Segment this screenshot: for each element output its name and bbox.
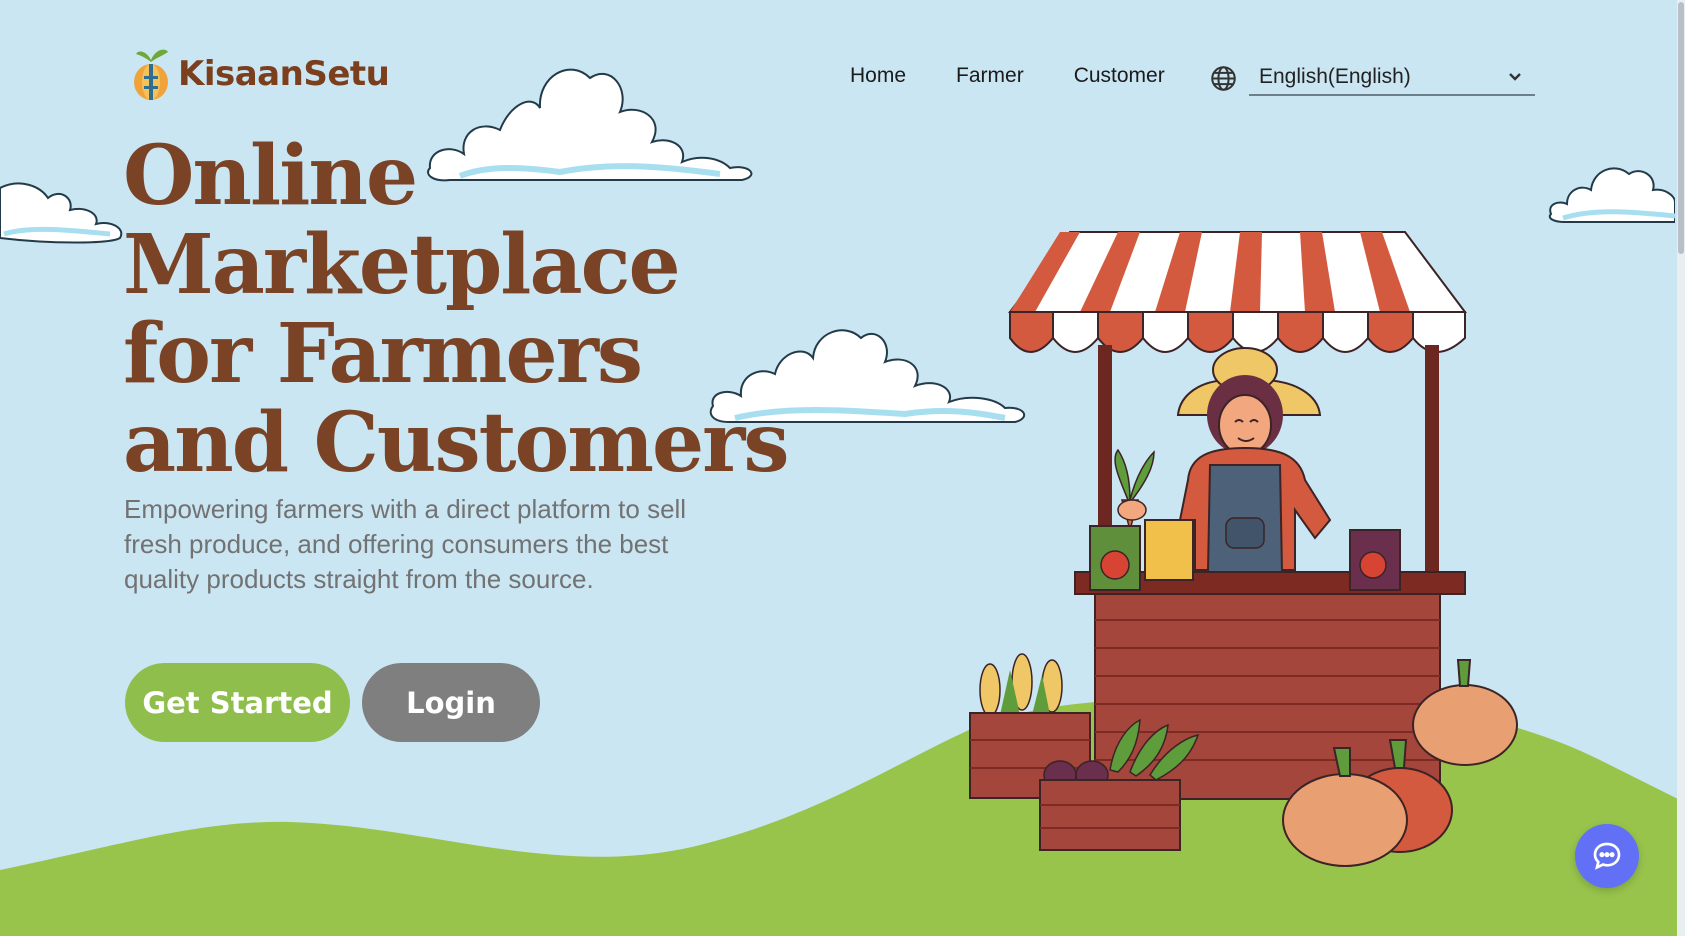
globe-icon bbox=[1211, 65, 1236, 91]
page-scrollbar[interactable] bbox=[1677, 0, 1685, 936]
cloud-decoration bbox=[1548, 167, 1675, 223]
hero-title-line: and Customers bbox=[123, 395, 790, 491]
chat-bubble-icon bbox=[1593, 842, 1621, 870]
sprout-logo-icon bbox=[134, 49, 168, 100]
chevron-down-icon bbox=[1509, 73, 1521, 81]
language-select[interactable]: English(English) bbox=[1249, 60, 1535, 96]
cloud-decoration bbox=[0, 182, 123, 244]
brand-logo[interactable]: KisaanSetu bbox=[130, 46, 390, 102]
brand-name: KisaanSetu bbox=[178, 54, 390, 94]
main-nav: Home Farmer Customer bbox=[850, 64, 1165, 88]
login-button[interactable]: Login bbox=[362, 663, 540, 742]
language-switcher: English(English) bbox=[1210, 60, 1535, 96]
nav-farmer[interactable]: Farmer bbox=[956, 64, 1024, 88]
hero-title: Online Marketplace for Farmers and Custo… bbox=[123, 132, 803, 488]
hero-title-line: Marketplace bbox=[123, 217, 681, 313]
chat-button[interactable] bbox=[1575, 824, 1639, 888]
get-started-button[interactable]: Get Started bbox=[125, 663, 350, 742]
nav-home[interactable]: Home bbox=[850, 64, 906, 88]
language-selected-value: English(English) bbox=[1259, 65, 1411, 88]
scrollbar-thumb[interactable] bbox=[1678, 2, 1684, 254]
hero-title-line: for Farmers bbox=[123, 306, 643, 402]
nav-customer[interactable]: Customer bbox=[1074, 64, 1165, 88]
landing-page: KisaanSetu Home Farmer Customer English(… bbox=[0, 0, 1685, 936]
farmer-market-stall-illustration bbox=[969, 231, 1518, 867]
hero-title-line: Online bbox=[123, 128, 418, 224]
hero-subtitle: Empowering farmers with a direct platfor… bbox=[124, 494, 687, 594]
